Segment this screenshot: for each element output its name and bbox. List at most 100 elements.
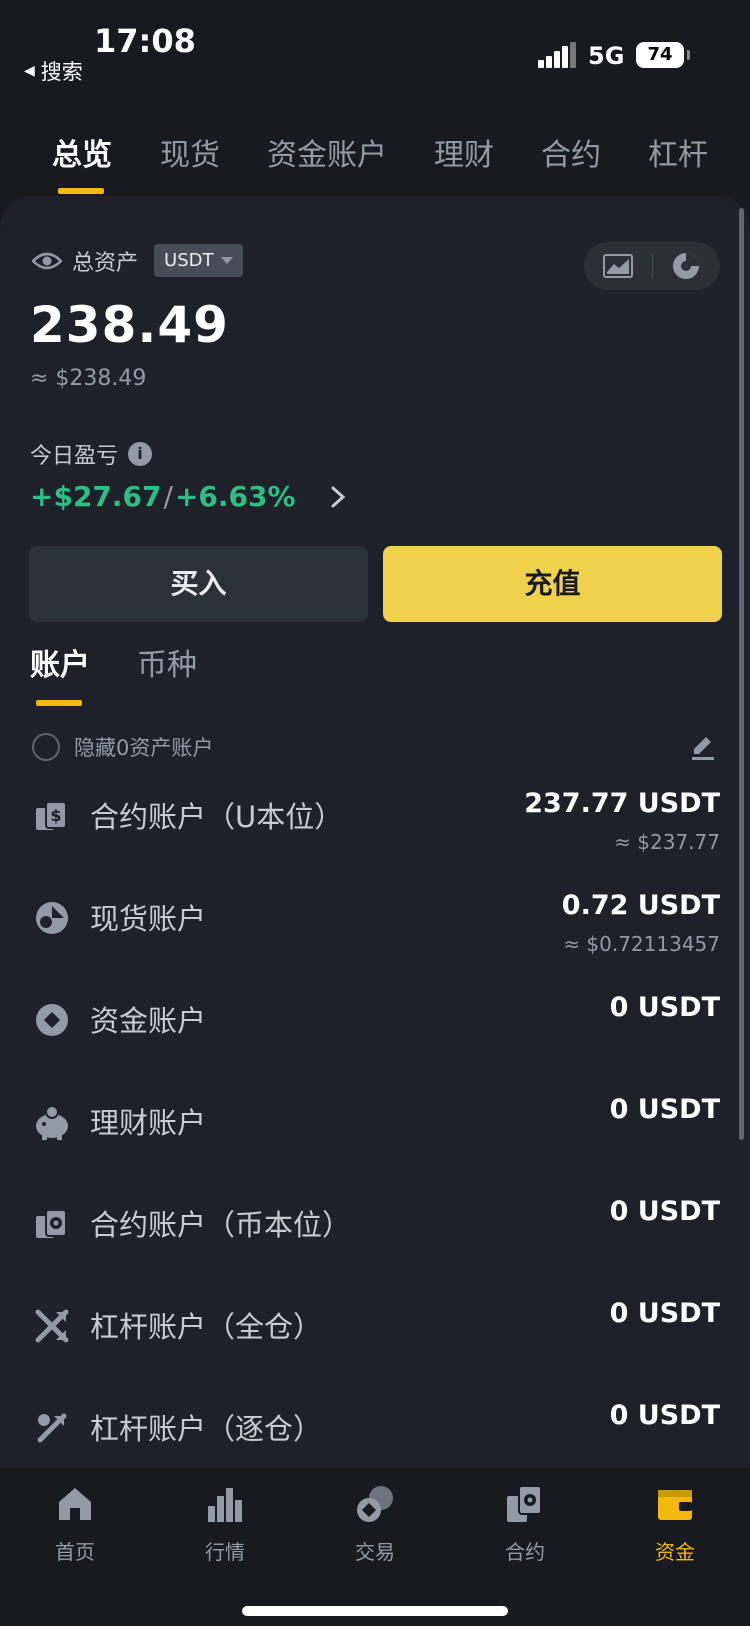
tab-label: 资金账户 xyxy=(267,138,387,173)
chevron-right-icon xyxy=(331,486,345,507)
account-balance: 0 USDT xyxy=(609,1298,720,1329)
battery-icon: 74 xyxy=(636,42,690,68)
account-balance-usd: ≈ $237.77 xyxy=(614,830,720,854)
status-time: 17:08 xyxy=(94,22,196,60)
account-row-futures-usdm[interactable]: $ 合约账户（U本位） 237.77 USDT ≈ $237.77 xyxy=(0,786,750,888)
account-row-earn[interactable]: 理财账户 0 USDT xyxy=(0,1092,750,1194)
svg-text:$: $ xyxy=(50,806,61,825)
spot-icon xyxy=(36,902,68,934)
total-asset-label: 总资产 xyxy=(72,250,139,276)
pie-chart-icon xyxy=(673,253,700,279)
total-asset-value: 238.49 xyxy=(30,296,229,354)
info-icon[interactable]: i xyxy=(128,442,153,466)
account-balance: 0 USDT xyxy=(609,992,720,1023)
markets-icon xyxy=(208,1488,242,1522)
pie-chart-button[interactable] xyxy=(653,242,721,290)
pnl-amount: +$27.67 xyxy=(30,480,162,513)
home-indicator xyxy=(242,1606,508,1616)
account-balance: 0.72 USDT xyxy=(561,890,720,921)
buy-button[interactable]: 买入 xyxy=(29,546,368,622)
tab-overview[interactable]: 总览 xyxy=(52,130,112,194)
tab-label: 账户 xyxy=(30,648,90,683)
deposit-button[interactable]: 充值 xyxy=(383,546,722,622)
futures-usdm-icon: $ xyxy=(36,801,67,830)
tab-label: 理财 xyxy=(434,138,494,173)
margin-isolated-icon xyxy=(37,1413,67,1443)
bottom-nav: 首页 行情 交易 合约 资金 xyxy=(0,1468,750,1626)
edit-icon[interactable] xyxy=(688,732,718,762)
today-pnl-row[interactable]: +$27.67 / +6.63% xyxy=(30,480,346,513)
pnl-separator: / xyxy=(163,480,173,513)
currency-value: USDT xyxy=(164,250,214,271)
tab-futures[interactable]: 合约 xyxy=(541,130,601,174)
account-row-funding[interactable]: 资金账户 0 USDT xyxy=(0,990,750,1092)
tab-margin[interactable]: 杠杆 xyxy=(648,130,708,174)
total-asset-usd: ≈ $238.49 xyxy=(30,366,147,391)
account-balance: 0 USDT xyxy=(609,1400,720,1431)
earn-piggy-icon xyxy=(36,1105,68,1140)
account-balance: 0 USDT xyxy=(609,1094,720,1125)
account-name: 现货账户 xyxy=(90,902,207,936)
hide-zero-radio[interactable] xyxy=(32,733,60,761)
tab-label: 合约 xyxy=(541,138,601,173)
tab-earn[interactable]: 理财 xyxy=(434,130,494,174)
tab-coins[interactable]: 币种 xyxy=(137,640,197,684)
tab-label: 现货 xyxy=(160,138,220,173)
active-tab-underline xyxy=(36,700,82,706)
top-tab-bar: 总览 现货 资金账户 理财 合约 杠杆 xyxy=(0,130,750,196)
pnl-percent: +6.63% xyxy=(174,480,296,513)
account-name: 资金账户 xyxy=(90,1004,207,1038)
account-balance: 237.77 USDT xyxy=(524,788,720,819)
overview-card: 总资产 USDT 238.49 ≈ $238.49 今日盈亏 i +$27.67 xyxy=(0,196,750,1468)
tab-funding[interactable]: 资金账户 xyxy=(267,130,387,174)
funding-icon xyxy=(36,1004,68,1036)
tab-spot[interactable]: 现货 xyxy=(160,130,220,174)
nav-wallet[interactable]: 资金 xyxy=(600,1484,750,1565)
tab-label: 总览 xyxy=(52,138,112,173)
nav-label: 合约 xyxy=(505,1540,545,1564)
line-chart-icon xyxy=(602,254,633,278)
signal-icon xyxy=(538,42,578,68)
total-asset-header: 总资产 USDT xyxy=(32,244,244,277)
today-pnl-label-row: 今日盈亏 i xyxy=(30,438,153,470)
hide-zero-toggle[interactable]: 隐藏0资产账户 xyxy=(32,732,213,762)
line-chart-button[interactable] xyxy=(584,242,652,290)
hide-zero-label: 隐藏0资产账户 xyxy=(74,736,214,760)
account-name: 合约账户（币本位） xyxy=(90,1208,352,1242)
tab-label: 杠杆 xyxy=(648,138,708,173)
caret-down-icon xyxy=(221,257,234,264)
wallet-icon xyxy=(658,1490,692,1520)
account-name: 理财账户 xyxy=(90,1106,207,1140)
nav-label: 资金 xyxy=(655,1540,695,1564)
status-bar: 17:08 ◀ 搜索 5G 74 xyxy=(0,0,750,90)
chart-toggle xyxy=(584,242,720,290)
account-row-spot[interactable]: 现货账户 0.72 USDT ≈ $0.72113457 xyxy=(0,888,750,990)
back-triangle-icon: ◀ xyxy=(24,63,35,79)
nav-home[interactable]: 首页 xyxy=(0,1484,150,1565)
tab-label: 币种 xyxy=(137,648,197,683)
back-to-search-link[interactable]: ◀ 搜索 xyxy=(24,56,83,86)
active-tab-underline xyxy=(58,188,104,194)
margin-cross-icon xyxy=(35,1309,69,1343)
nav-markets[interactable]: 行情 xyxy=(150,1484,300,1565)
account-name: 杠杆账户（逐仓） xyxy=(90,1412,323,1446)
nav-futures[interactable]: 合约 xyxy=(450,1484,600,1565)
currency-select[interactable]: USDT xyxy=(154,244,244,277)
account-row-margin-isolated[interactable]: 杠杆账户（逐仓） 0 USDT xyxy=(0,1398,750,1468)
nav-label: 交易 xyxy=(355,1540,395,1564)
account-list: $ 合约账户（U本位） 237.77 USDT ≈ $237.77 现货账户 0… xyxy=(0,786,750,1468)
home-icon xyxy=(59,1488,91,1520)
eye-icon[interactable] xyxy=(32,251,62,271)
nav-label: 首页 xyxy=(55,1540,95,1564)
trade-icon xyxy=(357,1486,393,1522)
account-name: 合约账户（U本位） xyxy=(90,800,344,834)
account-balance-usd: ≈ $0.72113457 xyxy=(563,932,720,956)
account-row-margin-cross[interactable]: 杠杆账户（全仓） 0 USDT xyxy=(0,1296,750,1398)
futures-coinm-icon xyxy=(36,1209,67,1238)
network-type: 5G xyxy=(588,42,625,70)
account-row-futures-coinm[interactable]: 合约账户（币本位） 0 USDT xyxy=(0,1194,750,1296)
today-pnl-label: 今日盈亏 xyxy=(30,444,119,469)
tab-accounts[interactable]: 账户 xyxy=(30,640,90,706)
nav-label: 行情 xyxy=(205,1540,245,1564)
nav-trade[interactable]: 交易 xyxy=(300,1484,450,1565)
